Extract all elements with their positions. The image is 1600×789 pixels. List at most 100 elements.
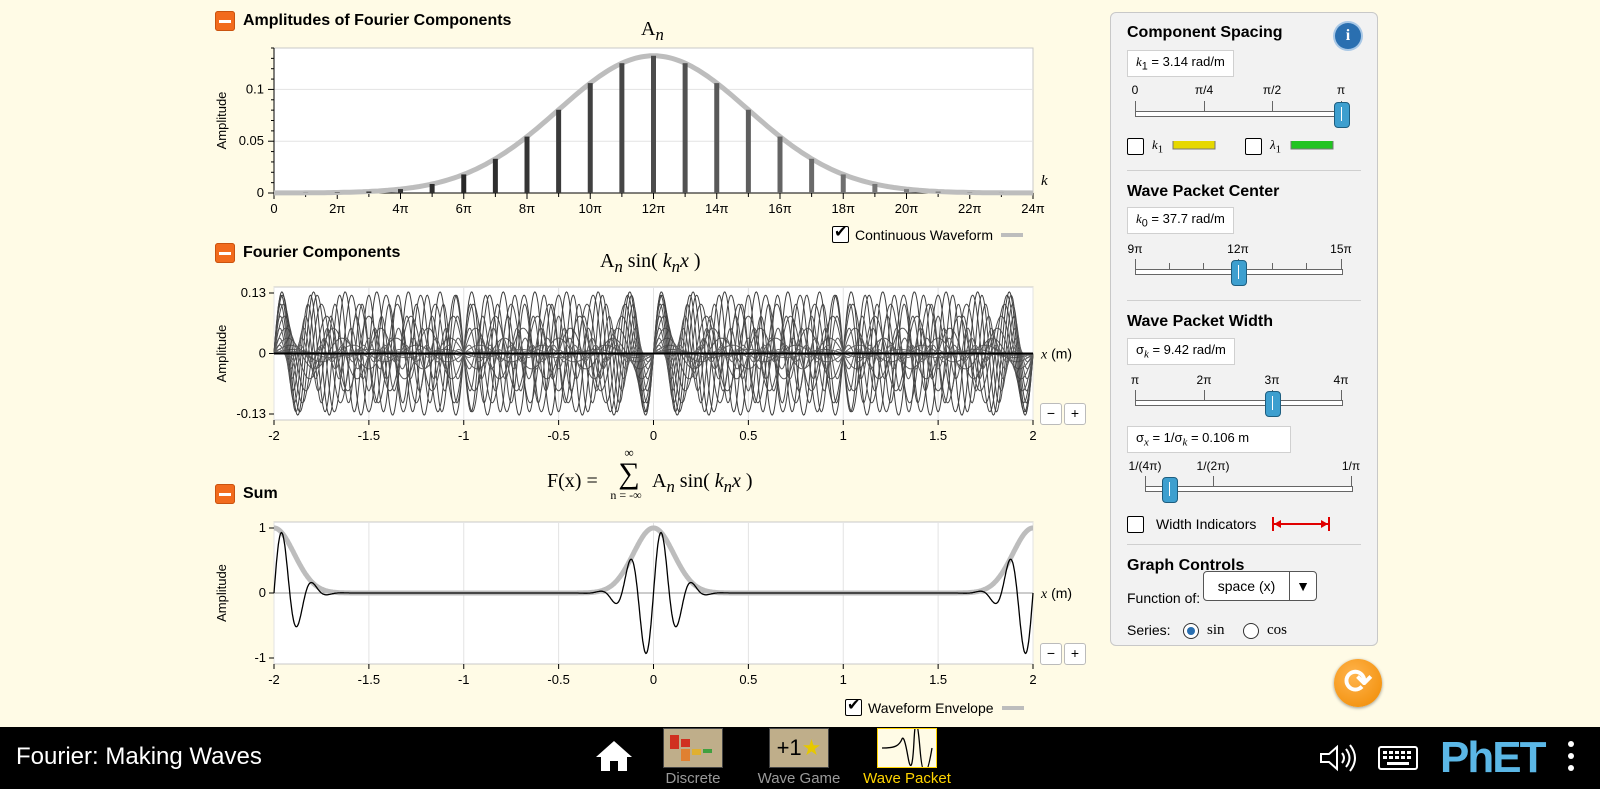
amplitude-bar <box>714 83 720 193</box>
k1-indicator-icon <box>1172 141 1216 150</box>
k1-readout: k1 = 3.14 rad/m <box>1127 50 1234 77</box>
y-tick-label: -1 <box>254 650 266 665</box>
k1-toggle[interactable]: k1 <box>1127 137 1217 156</box>
menu-icon[interactable] <box>1568 741 1574 771</box>
info-icon[interactable]: i <box>1335 23 1361 49</box>
lambda1-toggle[interactable]: λ1 <box>1245 137 1335 156</box>
width-indicators-toggle[interactable]: Width Indicators <box>1127 515 1332 533</box>
width-indicators-checkbox[interactable] <box>1127 515 1144 533</box>
series-sin-option[interactable]: sin <box>1183 622 1225 639</box>
waveform-envelope-checkbox[interactable] <box>845 695 862 716</box>
amplitude-bar <box>745 109 751 193</box>
components-title: Fourier Components <box>243 244 401 261</box>
x-tick-label: 14π <box>705 201 728 216</box>
continuous-waveform-legend <box>1000 232 1023 237</box>
sum-equation-lhs: F(x) = <box>547 470 598 492</box>
sigma-k-readout: σk = 9.42 rad/m <box>1127 338 1235 365</box>
amplitude-bar <box>935 191 941 193</box>
x-tick-label: 10π <box>579 201 602 216</box>
k1-checkbox[interactable] <box>1127 137 1144 155</box>
amplitude-bar <box>840 174 846 193</box>
y-tick-label: 0.05 <box>239 133 264 148</box>
series-cos-radio[interactable] <box>1243 622 1259 639</box>
x-tick-label: 12π <box>642 201 665 216</box>
amplitude-bar <box>334 192 340 193</box>
components-zoom-out-button[interactable]: − <box>1040 403 1062 425</box>
sigma-x-readout: σx = 1/σk = 0.106 m <box>1127 426 1291 453</box>
x-tick-label: 1.5 <box>929 672 947 687</box>
x-tick-label: 1 <box>840 428 847 443</box>
x-tick-label: 8π <box>519 201 535 216</box>
x-tick-label: 0 <box>270 201 277 216</box>
screen-button-wave-game[interactable]: +1★ Wave Game <box>754 728 844 787</box>
k0-readout: k0 = 37.7 rad/m <box>1127 207 1234 234</box>
amplitude-bar <box>398 189 403 193</box>
x-tick-label: -2 <box>268 672 280 687</box>
amplitude-bar <box>429 183 435 193</box>
amplitude-bar <box>651 55 656 194</box>
lambda1-checkbox[interactable] <box>1245 137 1262 155</box>
components-zoom-in-button[interactable]: + <box>1064 403 1086 425</box>
sum-zoom-in-button[interactable]: + <box>1064 643 1086 665</box>
keyboard-icon[interactable] <box>1378 743 1418 771</box>
series-sin-radio[interactable] <box>1183 622 1199 639</box>
collapse-amplitudes-button[interactable] <box>215 11 235 31</box>
x-tick-label: -1.5 <box>358 672 380 687</box>
wave-packet-width-title: Wave Packet Width <box>1127 313 1273 330</box>
screen-button-discrete[interactable]: Discrete <box>648 728 738 787</box>
components-zoom-controls: − + <box>1040 403 1086 425</box>
x-tick-label: -1 <box>458 428 470 443</box>
x-tick-label: 22π <box>958 201 981 216</box>
collapse-components-button[interactable] <box>215 243 235 263</box>
navigation-bar: Fourier: Making Waves Discrete +1★ Wave … <box>0 722 1600 789</box>
width-slider-track <box>1135 400 1343 406</box>
width-slider-thumb[interactable] <box>1265 391 1281 417</box>
collapse-sum-button[interactable] <box>215 484 235 504</box>
width-indicator-icon <box>1272 517 1331 531</box>
y-tick-label: 0 <box>259 346 266 361</box>
function-of-combobox[interactable]: space (x) ▼ <box>1203 571 1317 601</box>
x-axis-label: x (m) <box>1040 585 1072 602</box>
component-spacing-slider-thumb[interactable] <box>1334 102 1350 128</box>
sound-icon[interactable] <box>1318 743 1360 773</box>
amplitude-bar <box>524 136 530 193</box>
amplitudes-equation: An <box>641 18 664 44</box>
amplitude-bar <box>492 158 498 193</box>
discrete-screen-icon <box>663 728 723 768</box>
y-axis-label: Amplitude <box>214 325 229 383</box>
center-slider-thumb[interactable] <box>1231 260 1247 286</box>
x-tick-label: 2 <box>1029 672 1036 687</box>
sum-zoom-out-button[interactable]: − <box>1040 643 1062 665</box>
continuous-waveform-checkbox[interactable] <box>832 222 849 243</box>
app-title: Fourier: Making Waves <box>16 743 262 770</box>
phet-logo[interactable]: PhET <box>1440 733 1546 783</box>
waveform-envelope-legend <box>1001 705 1024 710</box>
amplitude-bar <box>904 189 909 193</box>
x-tick-label: 2π <box>329 201 345 216</box>
amplitude-bar <box>777 136 783 193</box>
x-tick-label: -1 <box>458 672 470 687</box>
amplitudes-title: Amplitudes of Fourier Components <box>243 12 512 29</box>
amplitude-bar <box>619 63 625 193</box>
graphs-area: 0 2π 4π 6π 8π 10π 12π 14π 16π 18π 20π 22π 24π k 0.1 0.0… <box>214 47 1072 687</box>
series-label: Series: <box>1127 622 1171 638</box>
reset-all-button[interactable] <box>1334 659 1382 707</box>
y-axis-label: Amplitude <box>214 92 229 150</box>
sum-symbol: ∞ ∑ n = -∞ <box>610 445 642 502</box>
home-icon[interactable] <box>594 739 634 773</box>
amplitude-bar <box>682 63 688 193</box>
x-tick-label: 4π <box>392 201 408 216</box>
lambda1-indicator-icon <box>1290 141 1334 150</box>
x-tick-label: -1.5 <box>358 428 380 443</box>
y-tick-label: 1 <box>259 520 266 535</box>
series-cos-option[interactable]: cos <box>1243 622 1287 639</box>
amplitude-bar <box>366 191 372 193</box>
waveform-envelope-toggle[interactable]: Waveform Envelope <box>845 695 1024 716</box>
x-tick-label: 1.5 <box>929 428 947 443</box>
x-axis-label: x (m) <box>1040 346 1072 363</box>
continuous-waveform-toggle[interactable]: Continuous Waveform <box>832 222 1023 243</box>
screen-button-wave-packet[interactable]: Wave Packet <box>862 722 952 787</box>
x-tick-label: 16π <box>768 201 791 216</box>
k-axis-label: k <box>1041 173 1048 189</box>
sigma-x-slider-thumb[interactable] <box>1162 477 1178 503</box>
